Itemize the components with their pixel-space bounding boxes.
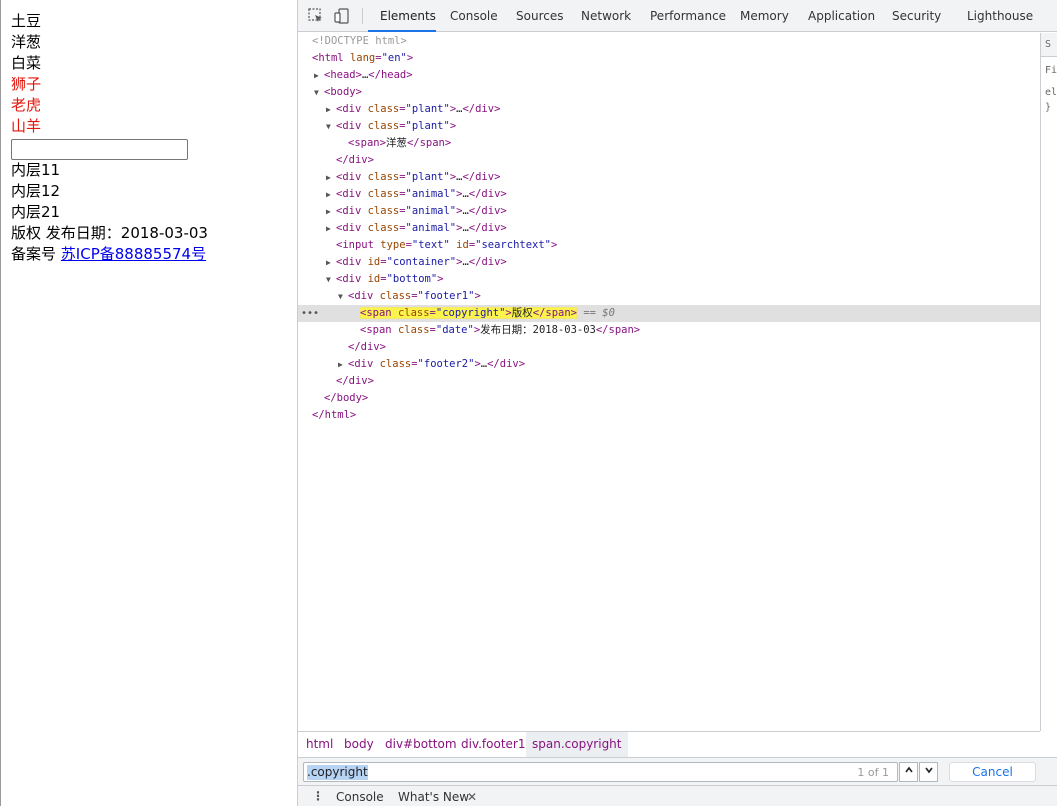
- plant-item: 土豆: [11, 12, 42, 30]
- collapse-arrow-icon[interactable]: ▼: [326, 118, 336, 135]
- dom-node-close-html[interactable]: </html>: [298, 407, 1040, 424]
- dom-tree: <!DOCTYPE html> <html lang="en"> ▶ <head>…: [298, 33, 1040, 731]
- tab-sources[interactable]: Sources: [516, 0, 563, 32]
- dom-node-span-date[interactable]: <span class="date">发布日期：2018-03-03</span…: [298, 322, 1040, 339]
- inspect-element-icon[interactable]: [307, 7, 325, 25]
- dom-node-div-footer1[interactable]: ▼ <div class="footer1">: [298, 288, 1040, 305]
- more-options-icon[interactable]: •••: [301, 305, 319, 322]
- plant-item: 洋葱: [11, 33, 42, 51]
- expand-arrow-icon[interactable]: ▶: [326, 169, 336, 186]
- animal-item: 狮子: [11, 75, 42, 93]
- tab-console[interactable]: Console: [450, 0, 498, 32]
- dom-node-div-animal[interactable]: ▶ <div class="animal">…</div>: [298, 203, 1040, 220]
- footer2: 备案号 苏ICP备88885574号: [11, 244, 206, 265]
- style-rule-text: }: [1045, 102, 1052, 113]
- styles-tab[interactable]: S: [1041, 33, 1057, 57]
- next-match-button[interactable]: [919, 762, 938, 782]
- dom-node-input[interactable]: <input type="text" id="searchtext">: [298, 237, 1040, 254]
- device-toolbar-icon[interactable]: [333, 7, 351, 25]
- tab-application[interactable]: Application: [808, 0, 875, 32]
- tab-memory[interactable]: Memory: [740, 0, 789, 32]
- dom-node-div-plant[interactable]: ▶ <div class="plant">…</div>: [298, 169, 1040, 186]
- breadcrumb-span-copyright[interactable]: span.copyright: [526, 732, 628, 757]
- dom-node-div-bottom[interactable]: ▼ <div id="bottom">: [298, 271, 1040, 288]
- dom-node-close-body[interactable]: </body>: [298, 390, 1040, 407]
- styles-side-pane: S Fi el }: [1040, 33, 1057, 731]
- toolbar-divider: [362, 8, 363, 24]
- chevron-up-icon: [904, 766, 913, 773]
- tab-network[interactable]: Network: [581, 0, 631, 32]
- copyright-text: 版权: [11, 224, 42, 242]
- expand-arrow-icon[interactable]: ▶: [326, 203, 336, 220]
- find-bar: .copyright 1 of 1 Cancel: [298, 757, 1057, 785]
- breadcrumb-div-bottom[interactable]: div#bottom: [379, 732, 463, 757]
- dom-node-div-animal[interactable]: ▶ <div class="animal">…</div>: [298, 186, 1040, 203]
- dom-node-body[interactable]: ▼ <body>: [298, 84, 1040, 101]
- close-icon[interactable]: ✕: [467, 790, 477, 804]
- drawer-menu-icon[interactable]: ⋮: [312, 789, 324, 803]
- inner-item: 内层11: [11, 161, 61, 179]
- date-text: 发布日期：2018-03-03: [45, 224, 208, 242]
- plant-item: 白菜: [11, 54, 42, 72]
- chevron-down-icon: [924, 767, 933, 774]
- expand-arrow-icon[interactable]: ▶: [326, 101, 336, 118]
- style-rule-text: el: [1045, 87, 1057, 98]
- search-input[interactable]: .copyright 1 of 1: [303, 762, 898, 782]
- animal-item: 山羊: [11, 117, 42, 135]
- drawer-tab-console[interactable]: Console: [336, 790, 384, 804]
- tab-performance[interactable]: Performance: [650, 0, 726, 32]
- footer1: 版权 发布日期：2018-03-03: [11, 223, 208, 244]
- dom-node-head[interactable]: ▶ <head>…</head>: [298, 67, 1040, 84]
- record-link[interactable]: 苏ICP备88885574号: [61, 245, 206, 263]
- previous-match-button[interactable]: [899, 762, 918, 782]
- expand-arrow-icon[interactable]: ▶: [326, 254, 336, 271]
- breadcrumb-html[interactable]: html: [300, 732, 339, 757]
- dom-node-div-container[interactable]: ▶ <div id="container">…</div>: [298, 254, 1040, 271]
- dom-node-close-div[interactable]: </div>: [298, 152, 1040, 169]
- expand-arrow-icon[interactable]: ▶: [314, 67, 324, 84]
- dom-node-doctype[interactable]: <!DOCTYPE html>: [298, 33, 1040, 50]
- record-label: 备案号: [11, 245, 57, 263]
- expand-arrow-icon[interactable]: ▶: [338, 356, 348, 373]
- devtools-panel: Elements Console Sources Network Perform…: [297, 0, 1057, 806]
- tab-elements[interactable]: Elements: [380, 0, 436, 32]
- dom-node-div-plant[interactable]: ▶ <div class="plant">…</div>: [298, 101, 1040, 118]
- collapse-arrow-icon[interactable]: ▼: [326, 271, 336, 288]
- screen: 土豆 洋葱 白菜 狮子 老虎 山羊 内层11 内层12 内层21 版权 发布日期…: [0, 0, 1057, 806]
- collapse-arrow-icon[interactable]: ▼: [338, 288, 348, 305]
- inner-item: 内层12: [11, 182, 61, 200]
- filter-input[interactable]: Fi: [1045, 65, 1057, 76]
- dom-node-close-div[interactable]: </div>: [298, 373, 1040, 390]
- dom-node-html[interactable]: <html lang="en">: [298, 50, 1040, 67]
- dom-node-div-animal[interactable]: ▶ <div class="animal">…</div>: [298, 220, 1040, 237]
- collapse-arrow-icon[interactable]: ▼: [314, 84, 324, 101]
- tab-security[interactable]: Security: [892, 0, 941, 32]
- animal-item: 老虎: [11, 96, 42, 114]
- drawer-tab-whats-new[interactable]: What's New: [398, 790, 469, 804]
- search-text-input[interactable]: [11, 139, 188, 160]
- devtools-toolbar: Elements Console Sources Network Perform…: [298, 0, 1057, 32]
- expand-arrow-icon[interactable]: ▶: [326, 186, 336, 203]
- dom-node-span[interactable]: <span>洋葱</span>: [298, 135, 1040, 152]
- expand-arrow-icon[interactable]: ▶: [326, 220, 336, 237]
- dom-node-span-copyright[interactable]: ••• <span class="copyright">版权</span> ==…: [298, 305, 1040, 322]
- active-tab-indicator: [368, 30, 436, 32]
- dom-node-div-footer2[interactable]: ▶ <div class="footer2">…</div>: [298, 356, 1040, 373]
- dom-node-close-div[interactable]: </div>: [298, 339, 1040, 356]
- selected-node-marker: == $0: [583, 307, 615, 319]
- tab-lighthouse[interactable]: Lighthouse: [967, 0, 1033, 32]
- rendered-page: 土豆 洋葱 白菜 狮子 老虎 山羊 内层11 内层12 内层21 版权 发布日期…: [0, 0, 297, 806]
- dom-node-div-plant[interactable]: ▼ <div class="plant">: [298, 118, 1040, 135]
- search-query: .copyright: [307, 765, 368, 780]
- breadcrumb-div-footer1[interactable]: div.footer1: [455, 732, 532, 757]
- match-count: 1 of 1: [857, 766, 889, 779]
- inner-item: 内层21: [11, 203, 61, 221]
- breadcrumb-body[interactable]: body: [338, 732, 380, 757]
- breadcrumb: html body div#bottom div.footer1 span.co…: [298, 731, 1040, 757]
- cancel-button[interactable]: Cancel: [949, 762, 1036, 782]
- drawer-tabs: ⋮ Console What's New ✕: [298, 785, 1057, 806]
